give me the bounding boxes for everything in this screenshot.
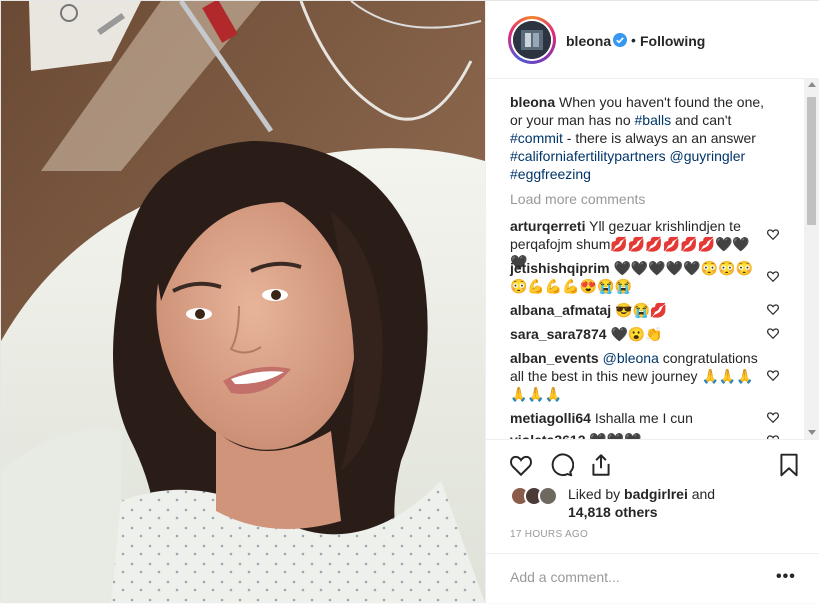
post-side-panel: bleona • Following bleona When you haven… bbox=[485, 1, 819, 603]
comment-username[interactable]: metiagolli64 bbox=[510, 410, 591, 426]
caption-text-2: and can't bbox=[675, 112, 732, 128]
comment-text: 🖤😮👏 bbox=[610, 326, 663, 342]
comment-username[interactable]: sara_sara7874 bbox=[510, 326, 607, 342]
avatar-image bbox=[513, 21, 551, 59]
comments-list[interactable]: bleona When you haven't found the one, o… bbox=[486, 79, 819, 439]
following-button[interactable]: Following bbox=[640, 33, 705, 49]
comment-text: Ishalla me I cun bbox=[594, 410, 693, 426]
load-more-comments-button[interactable]: Load more comments bbox=[510, 191, 645, 207]
hashtag-commit[interactable]: #commit bbox=[510, 130, 563, 146]
header-separator: • bbox=[631, 32, 636, 48]
likes-count[interactable]: 14,818 others bbox=[568, 504, 658, 520]
comment-username[interactable]: jetishishqiprim bbox=[510, 260, 610, 276]
scroll-up-arrow-icon[interactable] bbox=[808, 82, 816, 87]
comment-username[interactable]: albana_afmataj bbox=[510, 302, 611, 318]
comment-username[interactable]: alban_events bbox=[510, 350, 599, 366]
story-ring[interactable] bbox=[508, 16, 556, 64]
hashtag-eggfreezing[interactable]: #eggfreezing bbox=[510, 166, 591, 182]
comment-text: 🖤🖤🖤 bbox=[589, 432, 641, 439]
comments-scrollbar[interactable] bbox=[804, 79, 819, 439]
liked-by-text: Liked by badgirlrei and 14,818 others bbox=[568, 485, 758, 521]
heart-icon[interactable] bbox=[508, 452, 534, 478]
comment-username[interactable]: arturqerreti bbox=[510, 218, 585, 234]
comment-mention[interactable]: @bleona bbox=[603, 350, 659, 366]
comment-item: albana_afmataj 😎😭💋 bbox=[510, 301, 760, 319]
comment-username[interactable]: violeta3612 bbox=[510, 432, 586, 439]
caption-text-3: - there is always an an answer bbox=[566, 130, 756, 146]
share-icon[interactable] bbox=[588, 452, 614, 478]
post-header: bleona • Following bbox=[486, 1, 819, 79]
liked-by-user[interactable]: badgirlrei bbox=[624, 486, 688, 502]
more-options-button[interactable]: ••• bbox=[776, 568, 796, 586]
liked-by-avatars bbox=[510, 486, 562, 508]
selfie-hospital-bed-image bbox=[1, 1, 485, 603]
add-comment-input[interactable]: Add a comment... bbox=[510, 569, 750, 585]
small-heart-icon[interactable] bbox=[766, 326, 780, 340]
liker-avatar bbox=[538, 486, 558, 506]
verified-badge-icon bbox=[613, 33, 627, 47]
small-heart-icon[interactable] bbox=[766, 227, 780, 241]
scroll-thumb[interactable] bbox=[807, 97, 816, 225]
post-actions: Liked by badgirlrei and 14,818 others 17… bbox=[486, 439, 819, 603]
hashtag-balls[interactable]: #balls bbox=[635, 112, 672, 128]
small-heart-icon[interactable] bbox=[766, 302, 780, 316]
post-caption: bleona When you haven't found the one, o… bbox=[510, 93, 775, 183]
post-photo[interactable] bbox=[1, 1, 485, 603]
hashtag-californiafertilitypartners[interactable]: #californiafertilitypartners bbox=[510, 148, 666, 164]
liked-by-and: and bbox=[691, 486, 716, 502]
comment-text: 😎😭💋 bbox=[615, 302, 668, 318]
small-heart-icon[interactable] bbox=[766, 368, 780, 382]
small-heart-icon[interactable] bbox=[766, 410, 780, 424]
avatar[interactable] bbox=[511, 19, 553, 61]
comment-item: alban_events @bleona congratulations all… bbox=[510, 349, 760, 403]
post-timestamp[interactable]: 17 HOURS AGO bbox=[510, 529, 588, 540]
post-author-username[interactable]: bleona bbox=[566, 33, 611, 49]
instagram-post-frame: bleona • Following bleona When you haven… bbox=[0, 0, 819, 603]
comment-item: jetishishqiprim 🖤🖤🖤🖤🖤😳😳😳😳💪💪💪😍😭😭 bbox=[510, 259, 760, 295]
small-heart-icon[interactable] bbox=[766, 269, 780, 283]
comment-item: violeta3612 🖤🖤🖤 bbox=[510, 431, 760, 439]
bookmark-icon[interactable] bbox=[776, 452, 802, 478]
comment-item: sara_sara7874 🖤😮👏 bbox=[510, 325, 760, 343]
add-comment-bar: Add a comment... ••• bbox=[486, 553, 819, 604]
comment-item: metiagolli64 Ishalla me I cun bbox=[510, 409, 760, 427]
scroll-down-arrow-icon[interactable] bbox=[808, 430, 816, 435]
caption-username[interactable]: bleona bbox=[510, 94, 555, 110]
speech-bubble-icon[interactable] bbox=[548, 452, 574, 478]
mention-guyringler[interactable]: @guyringler bbox=[670, 148, 746, 164]
liked-by-prefix: Liked by bbox=[568, 486, 621, 502]
